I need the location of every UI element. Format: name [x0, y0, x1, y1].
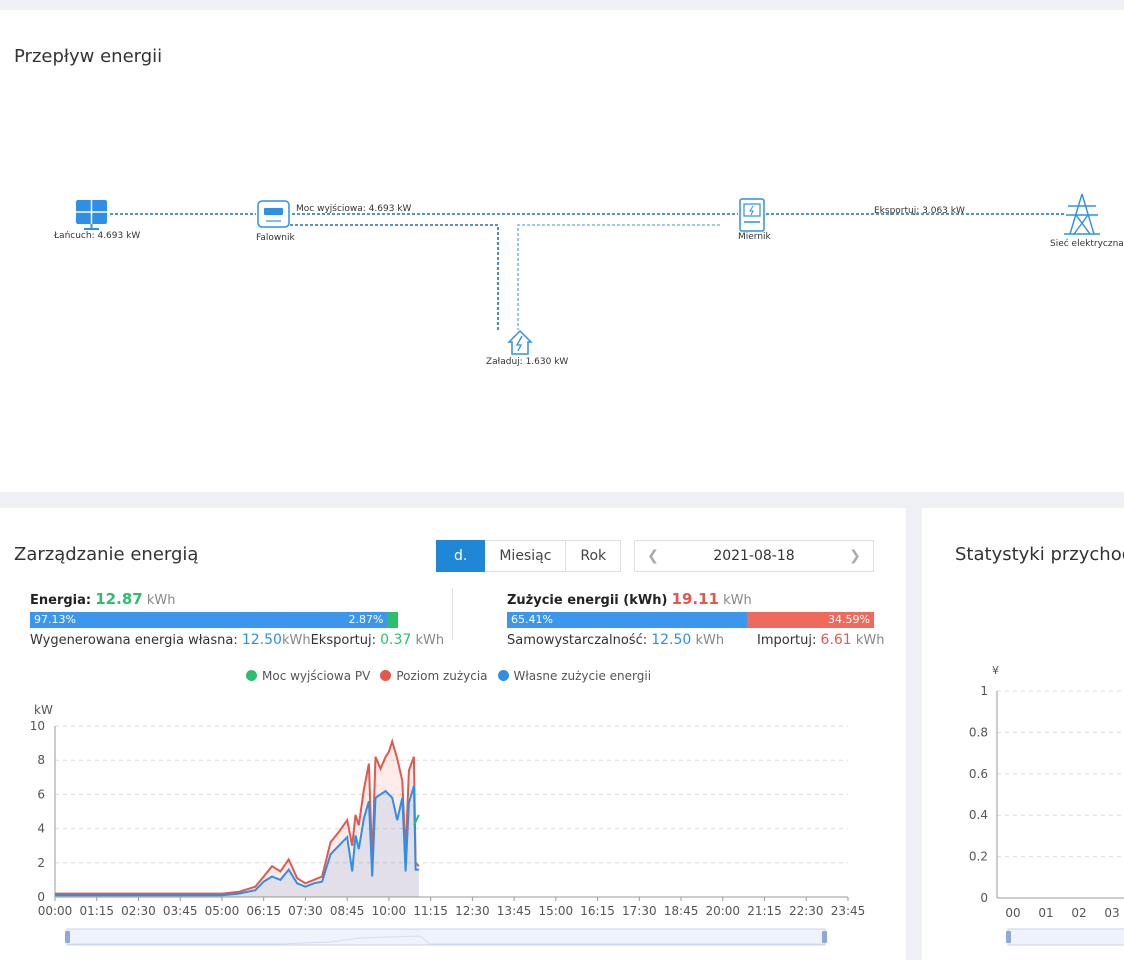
y-tick-label: 0.2 — [969, 850, 988, 864]
output-power-label: Moc wyjściowa: 4.693 kW — [296, 203, 412, 214]
y-axis-unit: ¥ — [992, 664, 999, 677]
energy-flow-diagram: Łańcuch: 4.693 kW Falownik Moc wyjściowa… — [53, 193, 1124, 367]
revenue-zoom-track — [1007, 928, 1124, 946]
solar-panel-icon — [76, 200, 107, 230]
y-tick-label: 0.6 — [969, 767, 988, 781]
y-tick-label: 0.8 — [969, 725, 988, 739]
flow-line-inverter-load — [290, 224, 499, 330]
load-label: Załaduj: 1.630 kW — [486, 357, 568, 367]
meter-label: Miernik — [738, 232, 772, 242]
energy-flow-panel: Przepływ energii Łańcuch: 4.693 kW Falow… — [0, 10, 1124, 492]
zoom-slider-track — [66, 928, 826, 946]
inverter-icon — [257, 200, 290, 228]
flow-line-meter-load — [517, 224, 720, 330]
zoom-handle-right[interactable] — [822, 931, 827, 943]
y-tick-label: 0 — [980, 891, 988, 905]
zoom-handle-left[interactable] — [65, 931, 70, 943]
house-bolt-icon — [507, 329, 533, 355]
x-tick-label: 02 — [1071, 906, 1086, 920]
string-label: Łańcuch: 4.693 kW — [53, 231, 140, 241]
export-power-label: Eksportuj: 3.063 kW — [874, 206, 965, 216]
inverter-label: Falownik — [256, 233, 295, 243]
y-tick-label: 1 — [980, 684, 988, 698]
energy-management-panel: Zarządzanie energią d. Miesiąc Rok ❮ 202… — [0, 508, 906, 960]
revenue-chart: ¥0 0.2 0.4 0.6 0.8 1 00 01 02 03 — [969, 664, 1124, 946]
revenue-zoom-handle-left[interactable] — [1006, 931, 1011, 943]
meter-icon — [739, 198, 765, 232]
power-tower-icon — [1064, 193, 1100, 235]
x-tick-label: 01 — [1038, 906, 1053, 920]
x-tick-label: 00 — [1005, 906, 1020, 920]
x-tick-label: 03 — [1104, 906, 1119, 920]
zoom-slider — [65, 928, 827, 946]
grid-label: Sieć elektryczna — [1050, 238, 1124, 249]
revenue-stats-panel: Statystyki przychodów ¥00.20.40.60.81000… — [922, 508, 1124, 960]
y-tick-label: 0.4 — [969, 808, 988, 822]
